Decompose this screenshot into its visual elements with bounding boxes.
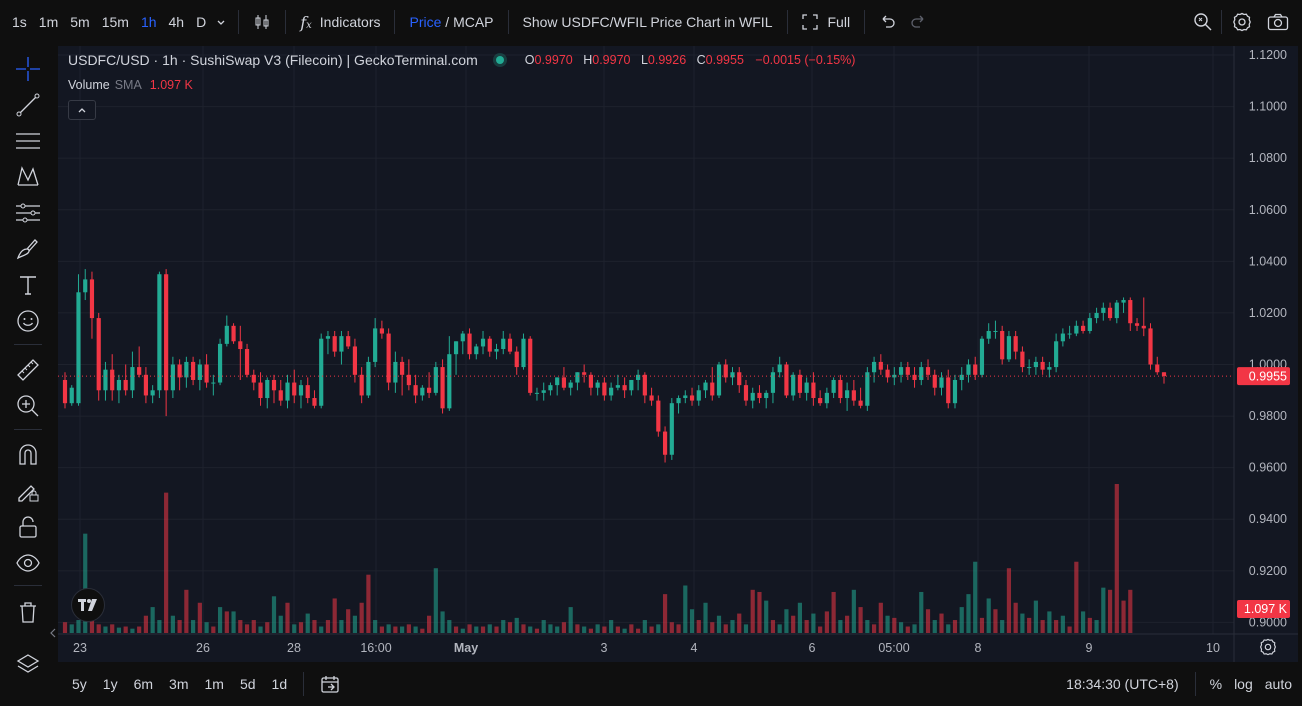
settings-gear-icon[interactable] [1227, 7, 1257, 37]
low-key: L [640, 53, 648, 67]
chart-pane[interactable] [58, 46, 1298, 662]
ruler-icon[interactable] [13, 355, 43, 385]
log-scale-toggle[interactable]: log [1228, 670, 1259, 698]
chart-legend: USDFC/USD · 1h · SushiSwap V3 (Filecoin)… [68, 52, 855, 68]
crosshair-icon[interactable] [13, 54, 43, 84]
range-1m[interactable]: 1m [197, 670, 232, 698]
magnet-icon[interactable] [13, 440, 43, 470]
drawing-toolbar [0, 44, 56, 706]
open-value: 0.9970 [534, 53, 573, 67]
toolbar-divider [507, 10, 509, 34]
range-1y[interactable]: 1y [95, 670, 126, 698]
trash-icon[interactable] [13, 597, 43, 627]
show-wfil-chart-button[interactable]: Show USDFC/WFIL Price Chart in WFIL [517, 7, 779, 37]
axis-settings-gear-icon[interactable] [1259, 638, 1279, 658]
toolbar-divider [14, 585, 42, 586]
interval-4h[interactable]: 4h [163, 7, 191, 37]
indicators-button[interactable]: fx Indicators [294, 7, 386, 37]
volume-label: Volume [68, 78, 110, 92]
undo-icon[interactable] [873, 7, 903, 37]
price-option[interactable]: Price [409, 14, 441, 30]
collapse-legend-button[interactable] [68, 100, 96, 120]
toolbar-divider [285, 10, 287, 34]
range-1d[interactable]: 1d [264, 670, 296, 698]
interval-dropdown-chevron-icon[interactable] [212, 7, 230, 37]
fullscreen-icon [801, 14, 818, 30]
pattern-tool-icon[interactable] [13, 162, 43, 192]
trend-line-icon[interactable] [13, 90, 43, 120]
price-mcap-toggle[interactable]: Price / MCAP [403, 7, 499, 37]
emoji-icon[interactable] [13, 306, 43, 336]
indicators-label: Indicators [319, 14, 381, 30]
high-key: H [583, 53, 593, 67]
interval-1m[interactable]: 1m [33, 7, 64, 37]
brush-icon[interactable] [13, 234, 43, 264]
chevron-up-icon [78, 108, 86, 113]
function-icon: fx [300, 12, 312, 32]
mcap-option[interactable]: MCAP [453, 14, 493, 30]
high-value: 0.9970 [592, 53, 631, 67]
lock-icon[interactable] [13, 512, 43, 542]
goto-date-calendar-icon[interactable] [312, 670, 348, 698]
close-value: 0.9955 [705, 53, 744, 67]
top-toolbar: 1s 1m 5m 15m 1h 4h D fx Indicators Price… [0, 0, 1302, 44]
ohlc-values: O0.9970 H0.9970 L0.9926 C0.9955 −0.0015 … [518, 53, 856, 67]
horizontal-lines-icon[interactable] [13, 126, 43, 156]
redo-icon[interactable] [903, 7, 933, 37]
collapse-toolbar-chevron-icon[interactable] [49, 623, 57, 643]
symbol-title: USDFC/USD · 1h · SushiSwap V3 (Filecoin)… [68, 52, 478, 68]
sma-label: SMA [114, 78, 142, 92]
toolbar-divider [786, 10, 788, 34]
volume-legend: Volume SMA 1.097 K [68, 78, 193, 92]
open-key: O [524, 53, 535, 67]
zoom-in-icon[interactable] [13, 391, 43, 421]
clock-timezone[interactable]: 18:34:30 (UTC+8) [1058, 670, 1186, 698]
fib-tool-icon[interactable] [13, 198, 43, 228]
range-6m[interactable]: 6m [126, 670, 161, 698]
volume-value: 1.097 K [149, 78, 193, 92]
percent-scale-toggle[interactable]: % [1204, 670, 1228, 698]
toolbar-divider [238, 10, 240, 34]
camera-snapshot-icon[interactable] [1263, 7, 1293, 37]
close-key: C [696, 53, 706, 67]
change-value: −0.0015 (−0.15%) [755, 53, 856, 67]
eye-visibility-icon[interactable] [13, 548, 43, 578]
price-mcap-separator: / [441, 14, 454, 30]
interval-D[interactable]: D [190, 7, 212, 37]
fullscreen-button[interactable]: Full [796, 7, 857, 37]
interval-5m[interactable]: 5m [64, 7, 95, 37]
toolbar-divider [1221, 10, 1222, 34]
toolbar-divider [303, 672, 305, 696]
toolbar-divider [1194, 672, 1196, 696]
toolbar-divider [864, 10, 866, 34]
range-5d[interactable]: 5d [232, 670, 264, 698]
quick-search-icon[interactable] [1188, 7, 1218, 37]
interval-15m[interactable]: 15m [96, 7, 135, 37]
text-tool-icon[interactable] [13, 270, 43, 300]
lock-drawing-icon[interactable] [13, 476, 43, 506]
toolbar-divider [14, 429, 42, 430]
low-value: 0.9926 [647, 53, 687, 67]
auto-scale-toggle[interactable]: auto [1259, 670, 1302, 698]
interval-1h[interactable]: 1h [135, 7, 163, 37]
layers-icon[interactable] [13, 650, 43, 680]
interval-1s[interactable]: 1s [6, 7, 33, 37]
range-3m[interactable]: 3m [161, 670, 196, 698]
bottom-toolbar: 5y 1y 6m 3m 1m 5d 1d 18:34:30 (UTC+8) % … [58, 662, 1302, 706]
toolbar-divider [394, 10, 396, 34]
full-label: Full [827, 14, 851, 30]
tradingview-logo[interactable] [71, 588, 105, 622]
range-5y[interactable]: 5y [64, 670, 95, 698]
status-dot [495, 56, 504, 64]
candlestick-type-icon[interactable] [247, 7, 277, 37]
toolbar-divider [14, 344, 42, 345]
